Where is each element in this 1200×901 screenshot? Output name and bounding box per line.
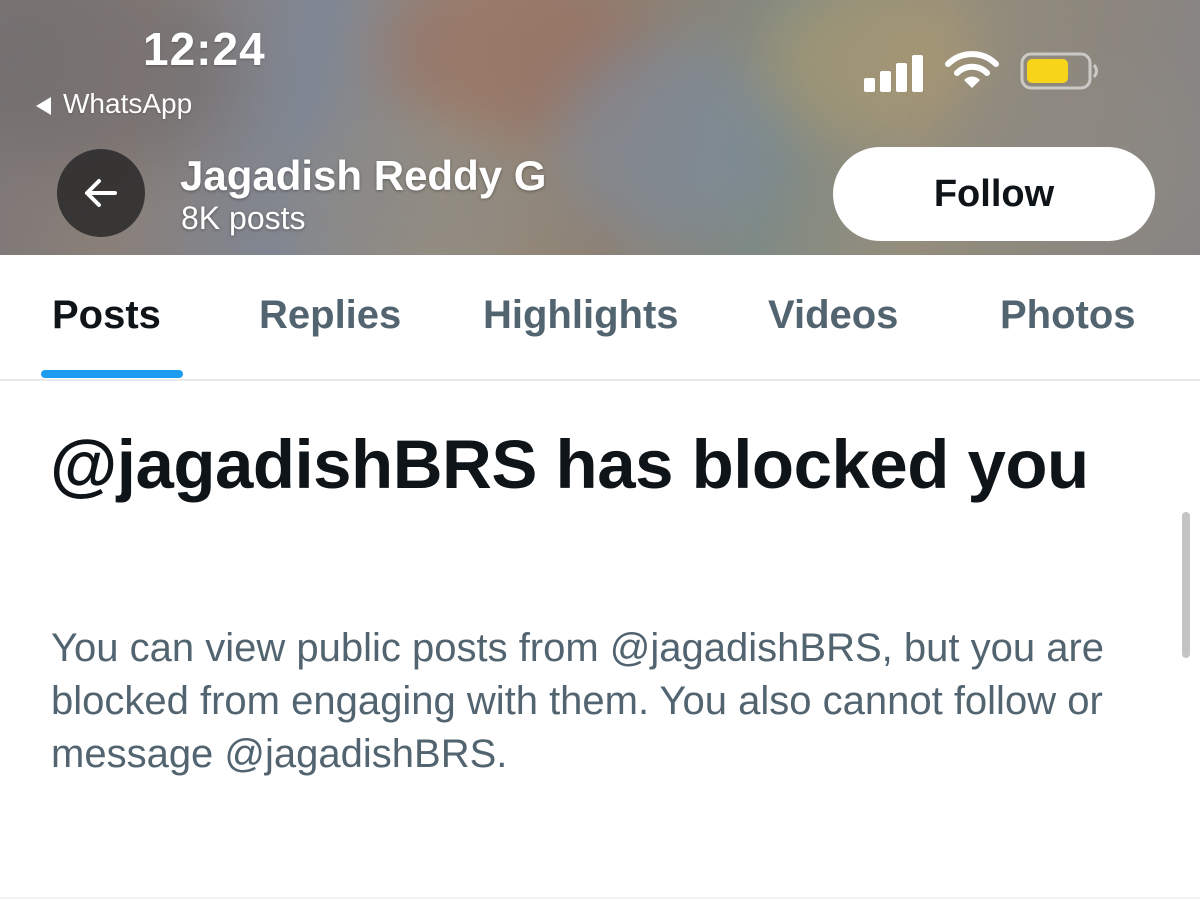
active-tab-indicator <box>41 370 183 378</box>
tab-photos[interactable]: Photos <box>1000 293 1136 338</box>
profile-name: Jagadish Reddy G <box>180 152 547 199</box>
profile-tabs: Posts Replies Highlights Videos Photos <box>0 255 1200 381</box>
follow-button[interactable]: Follow <box>833 147 1155 241</box>
profile-header: 12:24 WhatsApp Jagadish Reddy G 8K posts… <box>0 0 1200 255</box>
blocked-description: You can view public posts from @jagadish… <box>51 626 1105 776</box>
tab-posts[interactable]: Posts <box>52 293 161 338</box>
tab-highlights[interactable]: Highlights <box>483 293 679 338</box>
header-blur <box>560 40 780 240</box>
back-button[interactable] <box>57 149 145 237</box>
arrow-left-icon <box>85 179 117 207</box>
status-time: 12:24 <box>143 23 266 75</box>
tab-replies[interactable]: Replies <box>259 293 401 338</box>
cellular-signal-icon <box>864 52 928 92</box>
status-icons <box>860 48 1120 92</box>
blocked-title: @jagadishBRS has blocked you <box>50 426 1089 503</box>
battery-icon <box>1020 52 1098 90</box>
post-count: 8K posts <box>181 200 306 236</box>
divider <box>0 897 1200 899</box>
back-app-label: WhatsApp <box>63 88 193 119</box>
back-to-app-link[interactable]: WhatsApp <box>36 86 192 122</box>
back-triangle-icon <box>36 96 51 115</box>
wifi-icon <box>945 51 999 88</box>
tab-videos[interactable]: Videos <box>768 293 898 338</box>
scrollbar[interactable] <box>1182 512 1190 658</box>
